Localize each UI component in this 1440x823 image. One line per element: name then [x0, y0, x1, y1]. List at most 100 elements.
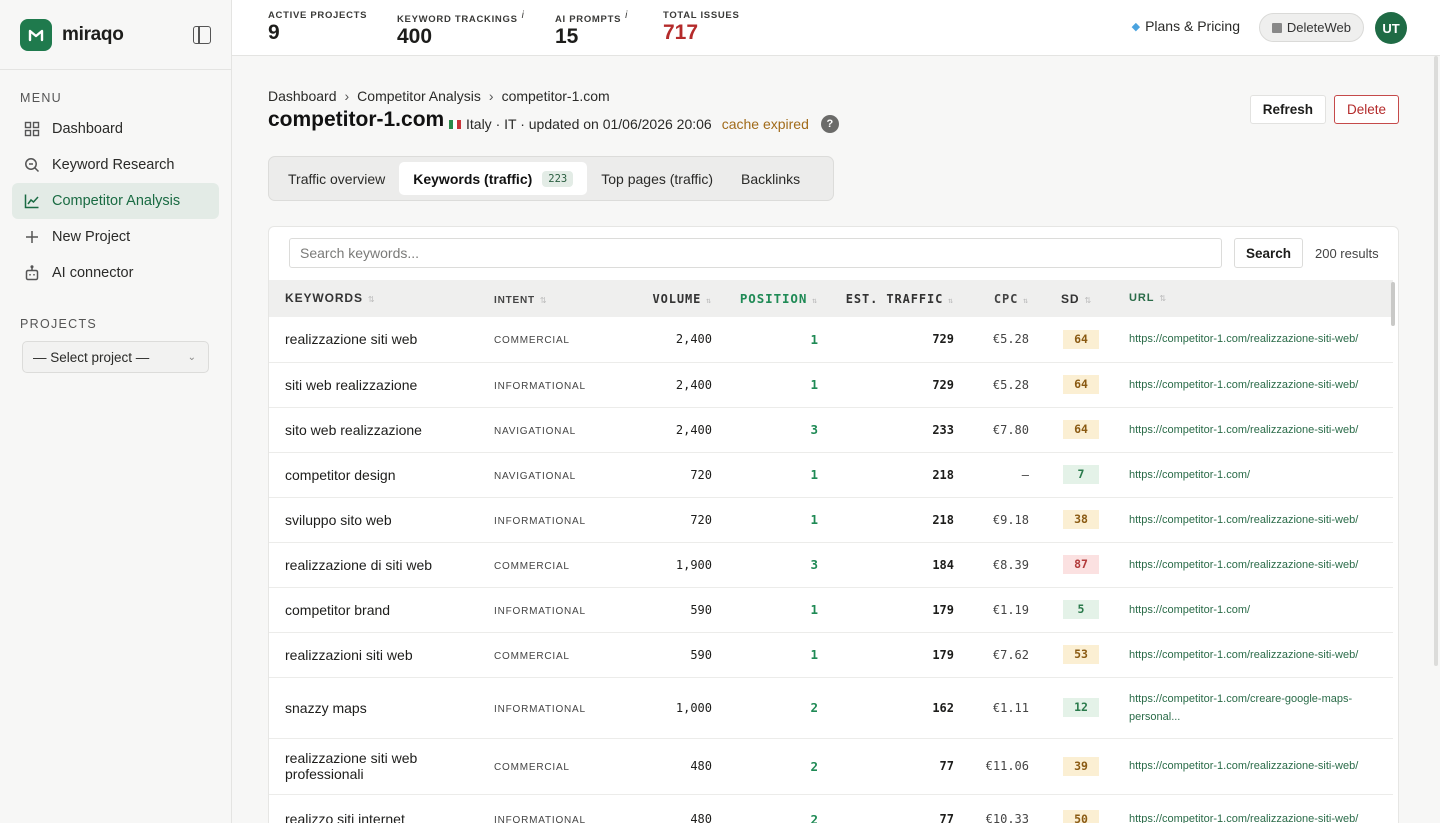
tab-count-badge: 223 [542, 170, 574, 187]
sidebar-toggle-icon[interactable] [193, 26, 211, 44]
table-row[interactable]: realizzo siti internet INFORMATIONAL 480 2 7… [269, 794, 1393, 823]
position-cell: 2 [810, 700, 818, 715]
url-cell: https://competitor-1.com/ [1129, 587, 1393, 632]
column-header-volume[interactable]: VOLUME ⇅ [612, 280, 712, 317]
chevron-down-icon: ⌄ [187, 352, 196, 363]
tab-keywords-traffic[interactable]: Keywords (traffic) 223 [399, 162, 588, 195]
breadcrumb-competitor-analysis[interactable]: Competitor Analysis [357, 88, 481, 104]
url-link[interactable]: https://competitor-1.com/realizzazione-s… [1129, 379, 1358, 391]
table-row[interactable]: realizzazione siti web professionali COMM… [269, 738, 1393, 794]
robot-icon [24, 265, 40, 281]
avatar[interactable]: UT [1375, 12, 1407, 44]
search-button[interactable]: Search [1234, 238, 1303, 268]
tab-top-pages-traffic[interactable]: Top pages (traffic) [587, 162, 727, 195]
tab-traffic-overview[interactable]: Traffic overview [274, 162, 399, 195]
stat-label: KEYWORD TRACKINGS i [397, 10, 525, 25]
stat-value: 400 [397, 25, 433, 49]
table-row[interactable]: siti web realizzazione INFORMATIONAL 2,400… [269, 362, 1393, 407]
table-row[interactable]: realizzazione di siti web COMMERCIAL 1,900… [269, 542, 1393, 587]
breadcrumb-current: competitor-1.com [501, 88, 610, 104]
column-header-cpc[interactable]: CPC ⇅ [954, 280, 1029, 317]
info-icon[interactable]: i [625, 10, 628, 21]
stat-label-text: KEYWORD TRACKINGS [397, 14, 518, 26]
sort-icon[interactable]: ⇅ [1159, 294, 1167, 303]
account-switcher[interactable]: DeleteWeb [1258, 13, 1364, 42]
table-row[interactable]: snazzy maps INFORMATIONAL 1,000 2 162 €1.11 12… [269, 677, 1393, 738]
volume-cell: 590 [690, 647, 712, 662]
breadcrumb-dashboard[interactable]: Dashboard [268, 88, 337, 104]
stat-keyword-trackings: KEYWORD TRACKINGS i 400 [397, 10, 525, 49]
table-row[interactable]: competitor brand INFORMATIONAL 590 1 179 €1.1… [269, 587, 1393, 632]
traffic-cell: 77 [939, 759, 954, 773]
sidebar-item-dashboard[interactable]: Dashboard [12, 111, 219, 147]
column-header-est-traffic[interactable]: EST. TRAFFIC ⇅ [818, 280, 954, 317]
column-header-label: EST. TRAFFIC [845, 291, 944, 306]
sidebar-item-label: Keyword Research [52, 157, 175, 173]
refresh-button[interactable]: Refresh [1249, 95, 1326, 124]
volume-cell: 2,400 [675, 332, 712, 347]
tab-label: Backlinks [741, 170, 801, 187]
sort-icon[interactable]: ⇅ [948, 296, 954, 305]
url-link[interactable]: https://competitor-1.com/realizzazione-s… [1129, 559, 1358, 571]
column-header-position[interactable]: POSITION ⇅ [712, 280, 818, 317]
column-header-intent[interactable]: INTENT ⇅ [494, 280, 612, 317]
table-row[interactable]: competitor design NAVIGATIONAL 720 1 218 — 7 ht… [269, 452, 1393, 497]
sort-icon[interactable]: ⇅ [1084, 296, 1092, 305]
url-link[interactable]: https://competitor-1.com/realizzazione-s… [1129, 514, 1358, 526]
column-header-label: SD [1061, 291, 1080, 306]
table-row[interactable]: realizzazione siti web COMMERCIAL 2,400 1 72… [269, 317, 1393, 362]
table-row[interactable]: sviluppo sito web INFORMATIONAL 720 1 218 €9.… [269, 497, 1393, 542]
url-link[interactable]: https://competitor-1.com/realizzazione-s… [1129, 813, 1358, 823]
cpc-cell: €10.33 [985, 812, 1029, 823]
brand-name[interactable]: miraqo [62, 24, 124, 46]
url-cell: https://competitor-1.com/realizzazione-s… [1129, 632, 1393, 677]
help-icon[interactable]: ? [820, 115, 839, 133]
table-row[interactable]: sito web realizzazione NAVIGATIONAL 2,400 3… [269, 407, 1393, 452]
sort-icon[interactable]: ⇅ [368, 295, 376, 304]
table-row[interactable]: realizzazioni siti web COMMERCIAL 590 1 179 €… [269, 632, 1393, 677]
column-header-url[interactable]: URL ⇅ [1129, 280, 1393, 317]
table-scrollbar[interactable] [1391, 282, 1395, 326]
topbar: ACTIVE PROJECTS 9 KEYWORD TRACKINGS i 400 AI … [232, 0, 1440, 56]
url-link[interactable]: https://competitor-1.com/ [1129, 604, 1250, 616]
sidebar-item-label: Competitor Analysis [52, 193, 181, 209]
sidebar-item-ai-connector[interactable]: AI connector [12, 255, 219, 291]
project-select[interactable]: — Select project — ⌄ [22, 341, 209, 373]
brand-header: miraqo [0, 0, 231, 70]
sort-icon[interactable]: ⇅ [812, 296, 818, 305]
sd-badge: 87 [1063, 555, 1099, 574]
sort-icon[interactable]: ⇅ [1023, 296, 1029, 305]
sd-cell: 38 [1029, 497, 1129, 542]
sort-icon[interactable]: ⇅ [706, 296, 712, 305]
position-cell: 1 [810, 512, 818, 527]
traffic-cell: 184 [932, 557, 954, 572]
cpc-cell: €9.18 [992, 512, 1029, 527]
column-header-sd[interactable]: SD ⇅ [1029, 280, 1129, 317]
page-scrollbar[interactable] [1432, 56, 1440, 666]
url-link[interactable]: https://competitor-1.com/realizzazione-s… [1129, 424, 1358, 436]
url-link[interactable]: https://competitor-1.com/creare-google-m… [1129, 693, 1352, 723]
sidebar-item-competitor-analysis[interactable]: Competitor Analysis [12, 183, 219, 219]
keyword-cell: competitor brand [285, 601, 391, 618]
url-link[interactable]: https://competitor-1.com/ [1129, 469, 1250, 481]
tab-backlinks[interactable]: Backlinks [727, 162, 814, 195]
sidebar-item-label: AI connector [52, 265, 134, 281]
url-cell: https://competitor-1.com/realizzazione-s… [1129, 738, 1393, 794]
breadcrumb-separator: › [488, 88, 494, 104]
table-header-row: KEYWORDS ⇅ INTENT ⇅ VOLUME ⇅ POSITION ⇅ EST. TRA… [269, 280, 1393, 317]
url-link[interactable]: https://competitor-1.com/realizzazione-s… [1129, 333, 1358, 345]
sidebar-item-keyword-research[interactable]: Keyword Research [12, 147, 219, 183]
url-link[interactable]: https://competitor-1.com/realizzazione-s… [1129, 760, 1358, 772]
sidebar-item-new-project[interactable]: New Project [12, 219, 219, 255]
url-link[interactable]: https://competitor-1.com/realizzazione-s… [1129, 649, 1358, 661]
logo-icon[interactable] [20, 18, 52, 51]
traffic-cell: 729 [932, 377, 954, 392]
info-icon[interactable]: i [522, 10, 525, 21]
plans-pricing-link[interactable]: ◆ Plans & Pricing [1132, 18, 1240, 34]
sort-icon[interactable]: ⇅ [540, 296, 548, 305]
page-title: competitor-1.com [268, 108, 445, 131]
delete-button[interactable]: Delete [1333, 95, 1399, 124]
search-input[interactable] [289, 238, 1222, 268]
column-header-keywords[interactable]: KEYWORDS ⇅ [269, 280, 494, 317]
keywords-panel: Search 200 results KEYWORDS⇅INTENT⇅VOLUM… [268, 226, 1399, 823]
